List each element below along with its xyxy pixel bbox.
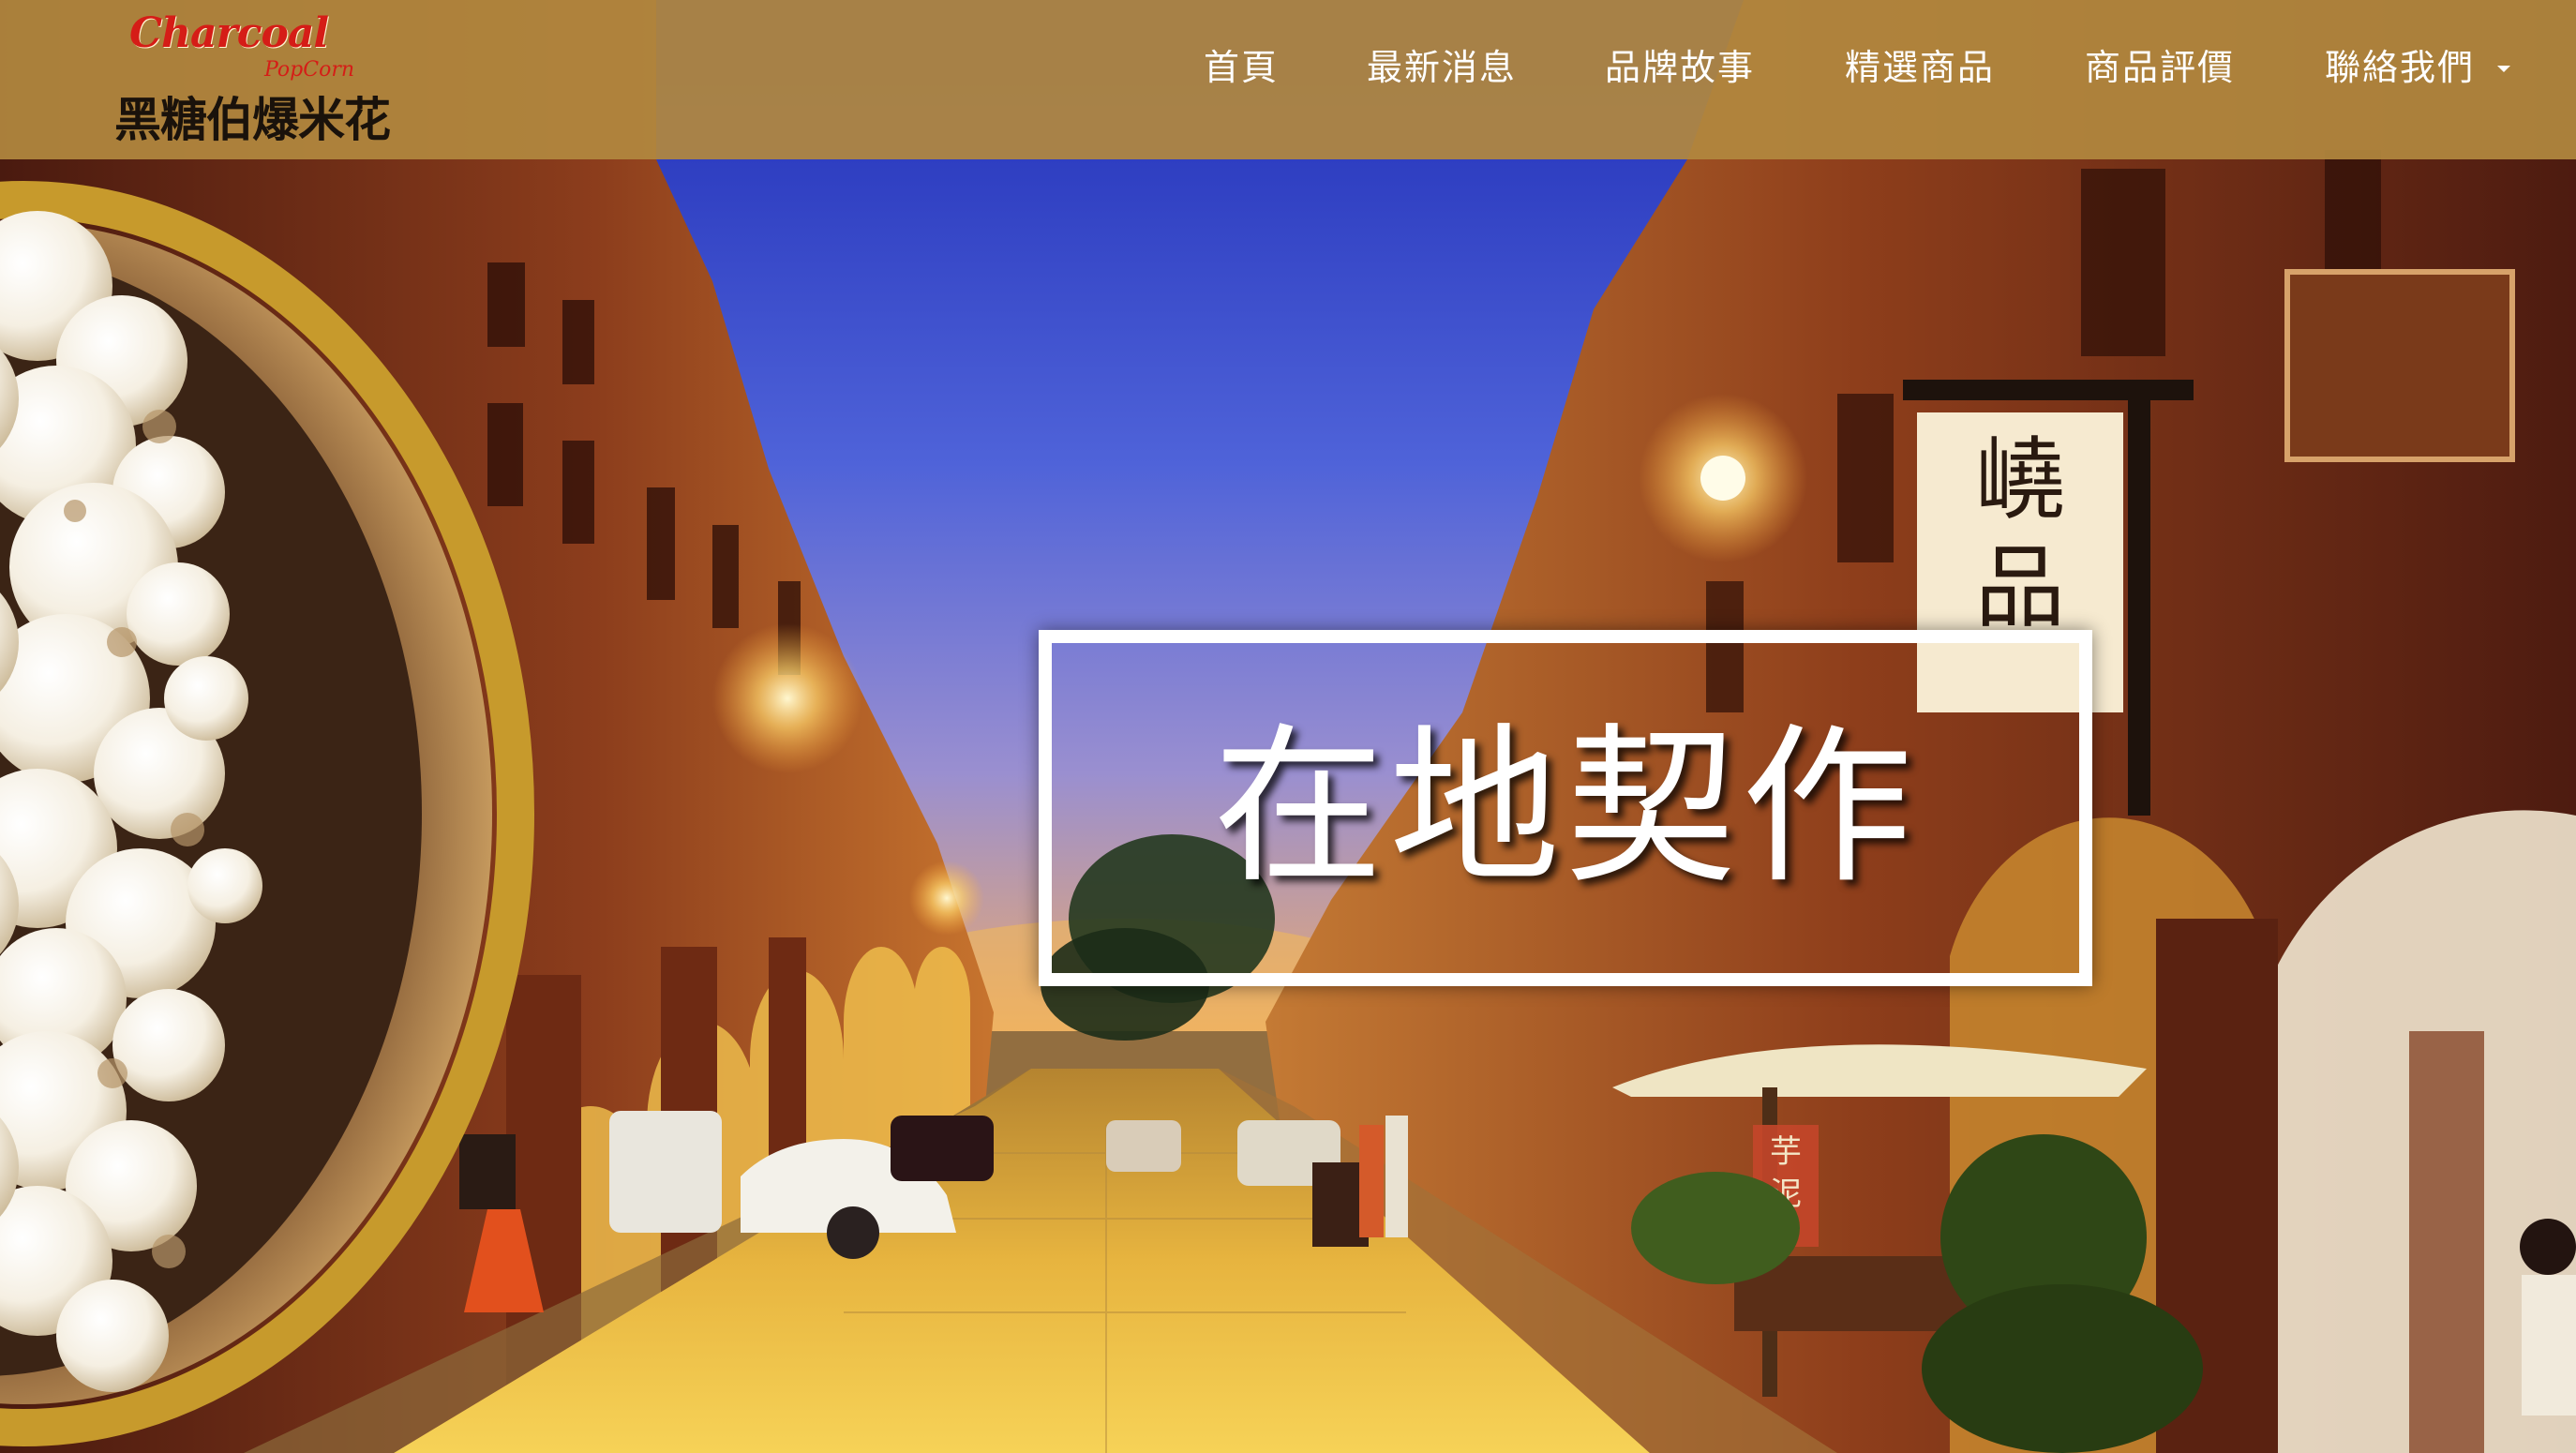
svg-text:品: 品 bbox=[1975, 535, 2065, 640]
nav-home[interactable]: 首頁 bbox=[1204, 39, 1279, 96]
logo-subtitle: PopCorn bbox=[264, 58, 355, 82]
nav-brand-story[interactable]: 品牌故事 bbox=[1605, 39, 1755, 96]
popcorn-bowl-image bbox=[0, 181, 534, 1446]
contact-dropdown-caret-icon[interactable] bbox=[2497, 66, 2510, 72]
hero-title: 在地契作 bbox=[1213, 708, 1918, 906]
nav-reviews[interactable]: 商品評價 bbox=[2085, 39, 2235, 96]
logo-wordmark: Charcoal bbox=[129, 9, 329, 57]
svg-text:芋: 芋 bbox=[1770, 1133, 1802, 1171]
nav-news[interactable]: 最新消息 bbox=[1367, 39, 1517, 96]
hero-banner: 嶢 品 芋 泥 在地契作 bbox=[0, 0, 2576, 1453]
site-logo[interactable]: Charcoal PopCorn 黑糖伯爆米花 bbox=[114, 9, 391, 147]
hero-feature-frame: 在地契作 bbox=[1039, 630, 2092, 986]
nav-contact[interactable]: 聯絡我們 bbox=[2325, 39, 2475, 96]
svg-text:嶢: 嶢 bbox=[1975, 427, 2065, 532]
site-header: Charcoal PopCorn 黑糖伯爆米花 首頁 最新消息 品牌故事 精選商… bbox=[0, 0, 2576, 159]
logo-chinese-name: 黑糖伯爆米花 bbox=[114, 92, 391, 147]
nav-products[interactable]: 精選商品 bbox=[1845, 39, 1995, 96]
